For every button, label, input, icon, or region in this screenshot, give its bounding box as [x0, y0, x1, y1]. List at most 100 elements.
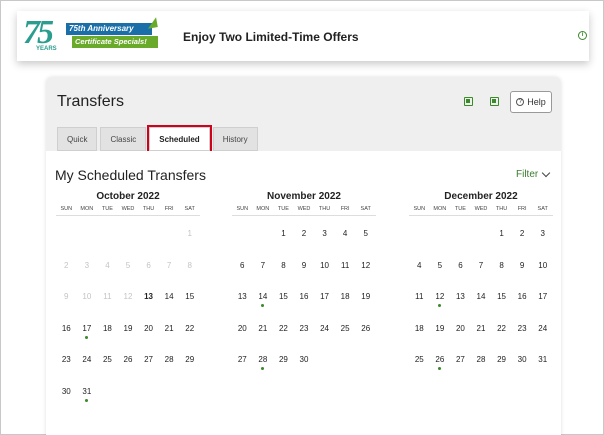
calendar-day[interactable]: 8 — [273, 256, 294, 288]
calendar-day[interactable]: 26 — [118, 350, 139, 382]
calendar-day[interactable]: 30 — [512, 350, 533, 382]
export-icon[interactable] — [490, 97, 499, 106]
print-icon[interactable] — [464, 97, 473, 106]
calendar-day[interactable]: 25 — [409, 350, 430, 382]
calendar-day[interactable]: 21 — [159, 319, 180, 351]
calendar-day[interactable]: 1 — [491, 224, 512, 256]
calendar-day[interactable]: 13 — [232, 287, 253, 319]
calendar-day[interactable]: 20 — [450, 319, 471, 351]
calendar-day[interactable]: 19 — [430, 319, 451, 351]
calendar-day[interactable]: 3 — [314, 224, 335, 256]
help-button[interactable]: ? Help — [510, 91, 552, 113]
tab-scheduled[interactable]: Scheduled — [147, 125, 212, 153]
calendar-day[interactable]: 27 — [450, 350, 471, 382]
calendar-day[interactable]: 25 — [335, 319, 356, 351]
calendar-day[interactable]: 6 — [450, 256, 471, 288]
calendar-day[interactable]: 12 — [355, 256, 376, 288]
calendar-day[interactable]: 7 — [253, 256, 274, 288]
day-number: 11 — [415, 292, 424, 301]
calendar-day[interactable]: 24 — [77, 350, 98, 382]
calendar-day[interactable]: 5 — [430, 256, 451, 288]
calendar-day[interactable]: 14 — [159, 287, 180, 319]
calendar-day[interactable]: 26 — [430, 350, 451, 382]
calendar-day[interactable]: 17 — [532, 287, 553, 319]
calendar-day[interactable]: 28 — [159, 350, 180, 382]
calendar-day[interactable]: 17 — [77, 319, 98, 351]
calendar-day[interactable]: 16 — [512, 287, 533, 319]
calendar-day[interactable]: 9 — [512, 256, 533, 288]
calendar-day[interactable]: 13 — [450, 287, 471, 319]
calendar-day[interactable]: 21 — [471, 319, 492, 351]
calendar-day[interactable]: 7 — [471, 256, 492, 288]
calendar-day[interactable]: 24 — [314, 319, 335, 351]
calendar-day[interactable]: 18 — [409, 319, 430, 351]
calendar-day[interactable]: 29 — [491, 350, 512, 382]
calendar-day[interactable]: 20 — [138, 319, 159, 351]
calendar-day[interactable]: 4 — [335, 224, 356, 256]
calendar-day[interactable]: 26 — [355, 319, 376, 351]
calendar-day[interactable]: 2 — [294, 224, 315, 256]
calendar-day[interactable]: 28 — [253, 350, 274, 382]
calendar-day[interactable]: 27 — [232, 350, 253, 382]
calendar-day[interactable]: 16 — [56, 319, 77, 351]
filter-button[interactable]: Filter — [516, 168, 551, 180]
calendar-day[interactable]: 11 — [409, 287, 430, 319]
calendar-day[interactable]: 22 — [491, 319, 512, 351]
calendar-day[interactable]: 18 — [97, 319, 118, 351]
calendar-day[interactable]: 8 — [491, 256, 512, 288]
calendar-day[interactable]: 12 — [430, 287, 451, 319]
calendar-day[interactable]: 15 — [179, 287, 200, 319]
calendar-day[interactable]: 6 — [232, 256, 253, 288]
calendar-day[interactable]: 10 — [314, 256, 335, 288]
day-number: 17 — [82, 323, 92, 333]
calendar-day[interactable]: 22 — [273, 319, 294, 351]
calendar-day[interactable]: 17 — [314, 287, 335, 319]
day-number: 27 — [455, 355, 465, 364]
day-number: 27 — [144, 355, 154, 364]
calendar-day[interactable]: 25 — [97, 350, 118, 382]
info-circle-icon[interactable]: i — [578, 31, 587, 40]
calendar-day[interactable]: 30 — [56, 382, 77, 414]
chevron-down-icon — [541, 168, 551, 178]
calendar-day[interactable]: 3 — [532, 224, 553, 256]
calendar-day[interactable]: 10 — [532, 256, 553, 288]
calendar-day[interactable]: 24 — [532, 319, 553, 351]
calendar-day[interactable]: 29 — [179, 350, 200, 382]
calendar-day[interactable]: 15 — [491, 287, 512, 319]
calendar-day[interactable]: 31 — [77, 382, 98, 414]
tab-quick[interactable]: Quick — [57, 127, 98, 151]
weekday-label: SUN — [413, 206, 426, 212]
calendar-day[interactable]: 9 — [294, 256, 315, 288]
calendar-day[interactable]: 18 — [335, 287, 356, 319]
calendar-day[interactable]: 23 — [512, 319, 533, 351]
calendar-day[interactable]: 22 — [179, 319, 200, 351]
banner-message[interactable]: Enjoy Two Limited-Time Offers — [183, 30, 359, 44]
calendar-day[interactable]: 1 — [273, 224, 294, 256]
tab-history[interactable]: History — [212, 127, 258, 151]
calendar-day[interactable]: 20 — [232, 319, 253, 351]
calendar-day[interactable]: 13 — [138, 287, 159, 319]
calendar-day[interactable]: 4 — [409, 256, 430, 288]
calendar-day[interactable]: 2 — [512, 224, 533, 256]
calendar-day[interactable]: 16 — [294, 287, 315, 319]
promo-banner[interactable]: 75 YEARS 75th Anniversary Certificate Sp… — [17, 11, 589, 61]
day-number: 18 — [102, 323, 112, 333]
calendar-day[interactable]: 27 — [138, 350, 159, 382]
calendar-day[interactable]: 14 — [253, 287, 274, 319]
calendar-day[interactable]: 5 — [355, 224, 376, 256]
day-number: 22 — [278, 323, 288, 333]
weekday-label: THU — [318, 206, 331, 212]
calendar-day[interactable]: 21 — [253, 319, 274, 351]
calendar-day[interactable]: 23 — [294, 319, 315, 351]
calendar-day[interactable]: 19 — [355, 287, 376, 319]
calendar-day[interactable]: 31 — [532, 350, 553, 382]
calendar-day[interactable]: 11 — [335, 256, 356, 288]
calendar-day[interactable]: 14 — [471, 287, 492, 319]
calendar-day[interactable]: 19 — [118, 319, 139, 351]
calendar-day[interactable]: 15 — [273, 287, 294, 319]
calendar-day[interactable]: 23 — [56, 350, 77, 382]
calendar-day[interactable]: 30 — [294, 350, 315, 382]
tab-classic[interactable]: Classic — [100, 127, 147, 151]
calendar-day[interactable]: 28 — [471, 350, 492, 382]
calendar-day[interactable]: 29 — [273, 350, 294, 382]
